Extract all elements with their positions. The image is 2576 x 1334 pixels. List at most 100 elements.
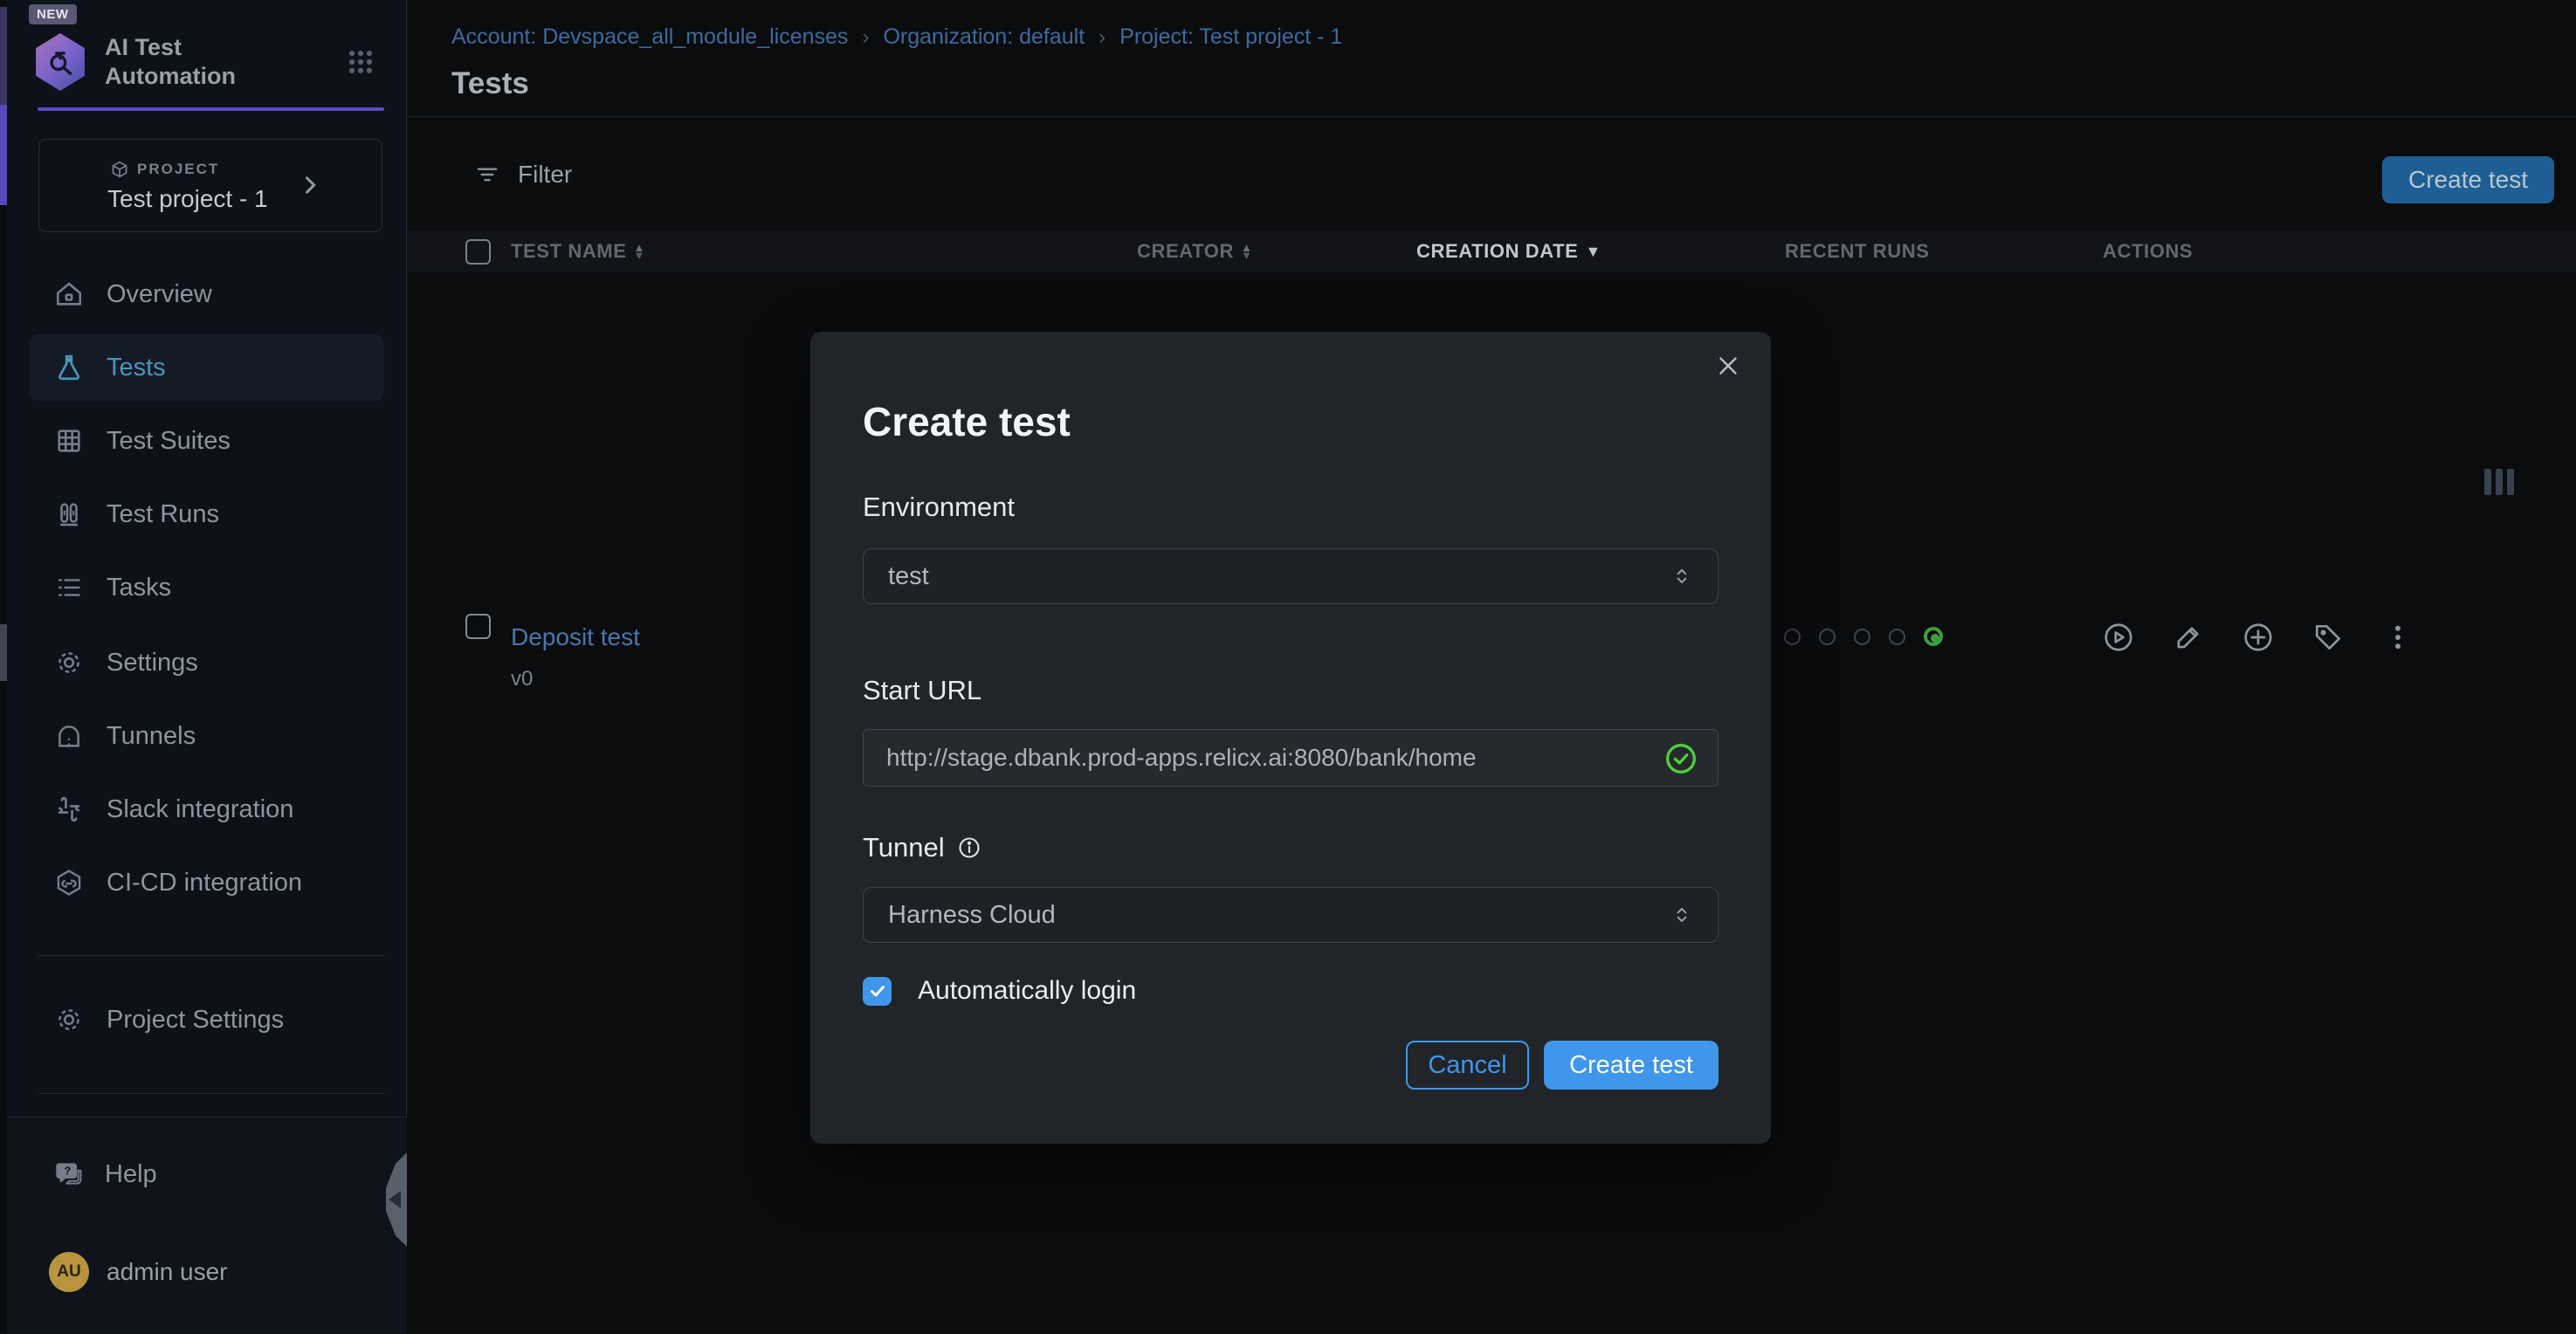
- sidebar-item-label: Project Settings: [107, 1006, 284, 1035]
- help-button[interactable]: ? Help: [54, 1159, 157, 1189]
- sidebar-item-settings[interactable]: Settings: [30, 629, 384, 696]
- run-status-dot[interactable]: [1819, 629, 1836, 645]
- breadcrumb-project[interactable]: Project: Test project - 1: [1119, 24, 1342, 50]
- breadcrumb-account[interactable]: Account: Devspace_all_module_licenses: [451, 24, 848, 50]
- run-status-dot[interactable]: [1854, 629, 1870, 645]
- select-all-checkbox[interactable]: [465, 230, 491, 272]
- sort-icon: ▲▼: [1241, 244, 1252, 259]
- filter-button[interactable]: Filter: [474, 161, 572, 189]
- breadcrumb-separator: ›: [1099, 25, 1105, 50]
- run-status-dot[interactable]: [1784, 629, 1801, 645]
- tunnel-label: Tunnel: [863, 832, 981, 863]
- flask-icon: [54, 353, 84, 382]
- rail-segment: [0, 7, 7, 105]
- collapse-arrow-icon: [389, 1191, 401, 1208]
- module-rail: [0, 0, 7, 1334]
- filter-label: Filter: [518, 161, 572, 189]
- auto-login-checkbox-row[interactable]: Automatically login: [863, 976, 1136, 1006]
- row-actions: [2102, 621, 2414, 654]
- sidebar-item-tests[interactable]: Tests: [30, 334, 384, 401]
- kebab-menu-icon[interactable]: [2381, 621, 2414, 654]
- tunnel-icon: [54, 721, 84, 751]
- breadcrumb: Account: Devspace_all_module_licenses › …: [451, 24, 1342, 50]
- run-status-dot-passed[interactable]: [1924, 627, 1943, 646]
- user-menu[interactable]: AU admin user: [49, 1252, 228, 1292]
- breadcrumb-organization[interactable]: Organization: default: [883, 24, 1085, 50]
- column-header-creation-date[interactable]: CREATION DATE ▼: [1416, 230, 1601, 272]
- column-settings-icon[interactable]: [2484, 469, 2514, 495]
- modal-create-test-button[interactable]: Create test: [1544, 1041, 1718, 1090]
- column-header-creator[interactable]: CREATOR ▲▼: [1137, 230, 1252, 272]
- sidebar-item-label: Test Suites: [107, 427, 231, 456]
- checked-checkbox-icon[interactable]: [863, 977, 892, 1006]
- filter-icon: [474, 162, 500, 188]
- sidebar-item-label: Tests: [107, 354, 166, 382]
- sidebar-item-test-suites[interactable]: Test Suites: [30, 408, 384, 474]
- project-label: PROJECT: [137, 161, 219, 178]
- cancel-button[interactable]: Cancel: [1406, 1041, 1529, 1090]
- rail-segment: [0, 105, 7, 205]
- column-header-test-name[interactable]: TEST NAME ▲▼: [511, 230, 645, 272]
- project-selector[interactable]: PROJECT Test project - 1: [38, 139, 382, 232]
- select-chevrons-icon: [1670, 565, 1693, 588]
- recent-runs: [1784, 627, 1943, 646]
- sidebar-item-overview[interactable]: Overview: [30, 261, 384, 327]
- header-divider: [408, 116, 2576, 117]
- test-tubes-icon: [54, 499, 84, 529]
- sidebar-item-label: Overview: [107, 280, 212, 309]
- sidebar-divider: [38, 1093, 384, 1094]
- sidebar-item-project-settings[interactable]: Project Settings: [30, 987, 384, 1053]
- sidebar-item-tunnels[interactable]: Tunnels: [30, 703, 384, 769]
- rail-segment: [0, 624, 7, 681]
- help-chat-icon: ?: [54, 1159, 84, 1189]
- edit-pencil-icon[interactable]: [2172, 621, 2205, 654]
- app-switcher-icon[interactable]: [346, 47, 375, 77]
- sort-desc-icon: ▼: [1585, 243, 1601, 261]
- breadcrumb-separator: ›: [862, 25, 869, 50]
- page-title: Tests: [451, 66, 529, 101]
- sidebar-item-test-runs[interactable]: Test Runs: [30, 481, 384, 547]
- tunnel-value: Harness Cloud: [888, 901, 1056, 930]
- modal-title: Create test: [863, 398, 1071, 445]
- sort-icon: ▲▼: [634, 244, 645, 259]
- close-icon[interactable]: [1713, 351, 1743, 381]
- create-test-modal: Create test Environment test Start URL h…: [810, 332, 1771, 1144]
- sidebar-divider: [38, 955, 384, 956]
- create-test-button[interactable]: Create test: [2382, 156, 2554, 203]
- sidebar-item-label: Tasks: [107, 574, 171, 602]
- environment-label: Environment: [863, 492, 1015, 523]
- table-grid-icon: [54, 426, 84, 456]
- start-url-input[interactable]: http://stage.dbank.prod-apps.relicx.ai:8…: [863, 729, 1718, 787]
- magnifier-icon: [45, 47, 75, 77]
- environment-value: test: [888, 562, 929, 591]
- column-header-actions: ACTIONS: [2103, 230, 2193, 272]
- test-version: v0: [511, 667, 533, 691]
- sidebar-item-label: Tunnels: [107, 722, 196, 751]
- home-icon: [54, 279, 84, 309]
- checkbox-icon[interactable]: [465, 239, 491, 265]
- sidebar-item-slack-integration[interactable]: Slack integration: [30, 776, 384, 842]
- sidebar-item-cicd-integration[interactable]: CI-CD integration: [30, 849, 384, 916]
- gear-icon: [54, 648, 84, 677]
- user-name: admin user: [107, 1258, 228, 1286]
- gear-icon: [54, 1005, 84, 1035]
- run-status-dot[interactable]: [1889, 629, 1905, 645]
- app-logo-row: AI Test Automation: [33, 31, 382, 93]
- test-name-link[interactable]: Deposit test: [511, 623, 640, 651]
- brand-divider: [38, 107, 384, 111]
- run-test-icon[interactable]: [2102, 621, 2135, 654]
- tag-icon[interactable]: [2311, 621, 2345, 654]
- info-icon[interactable]: [957, 835, 981, 860]
- row-checkbox[interactable]: [465, 614, 491, 639]
- table-header: TEST NAME ▲▼ CREATOR ▲▼ CREATION DATE ▼ …: [408, 230, 2576, 272]
- avatar: AU: [49, 1252, 89, 1292]
- sidebar-item-tasks[interactable]: Tasks: [30, 554, 384, 621]
- tunnel-select[interactable]: Harness Cloud: [863, 887, 1718, 943]
- project-name: Test project - 1: [107, 185, 268, 213]
- add-circle-icon[interactable]: [2242, 621, 2275, 654]
- sidebar-item-label: Test Runs: [107, 500, 219, 529]
- app-title: AI Test Automation: [105, 33, 346, 91]
- new-badge: NEW: [29, 4, 77, 24]
- svg-text:?: ?: [64, 1164, 71, 1177]
- environment-select[interactable]: test: [863, 548, 1718, 604]
